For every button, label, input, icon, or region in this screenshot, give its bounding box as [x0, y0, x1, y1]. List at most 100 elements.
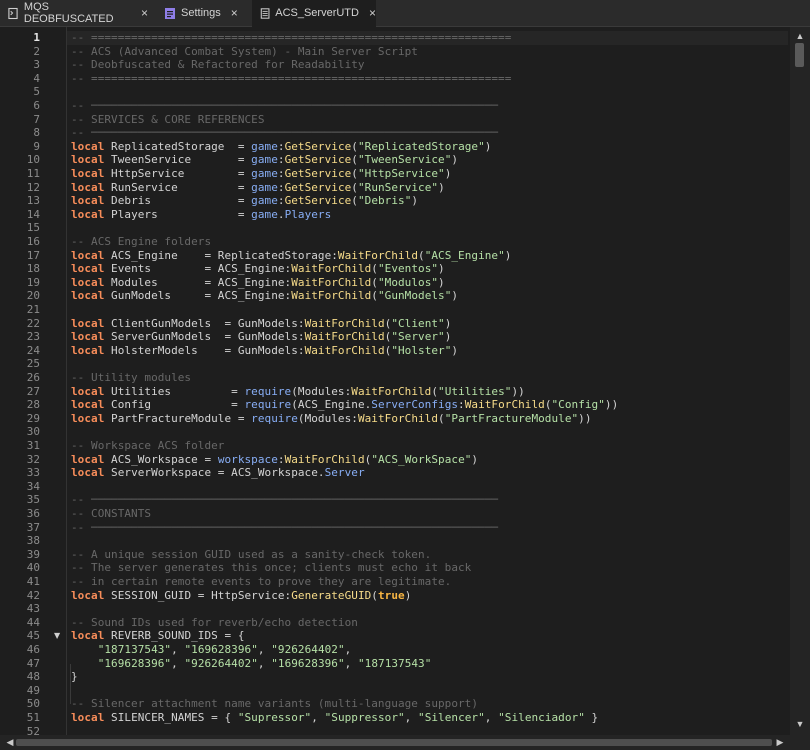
code-token: true	[377, 588, 405, 602]
code-token: local	[71, 248, 105, 262]
tab-acs-serverutd[interactable]: ACS_ServerUTD	[252, 0, 376, 27]
line-number: 9	[33, 139, 40, 153]
code-token: :	[277, 139, 285, 153]
code-token: )	[438, 275, 445, 289]
code-line: -- ACS (Advanced Combat System) - Main S…	[71, 45, 418, 59]
code-token: local	[71, 316, 105, 330]
code-token: -- Silencer attachment name variants (mu…	[71, 697, 479, 711]
line-number: 46	[26, 643, 40, 656]
code-token: WaitForChild	[304, 330, 385, 344]
code-token: )	[444, 167, 452, 180]
fold-toggle-icon[interactable]	[54, 631, 60, 640]
code-line: -- Utility modules	[71, 371, 191, 385]
code-token: (	[351, 180, 358, 194]
code-token: )	[471, 452, 479, 466]
code-token: local	[71, 194, 105, 208]
scroll-down-icon[interactable]	[794, 719, 806, 731]
vertical-scroll-thumb[interactable]	[795, 43, 804, 67]
code-token: local	[71, 330, 105, 344]
code-editor[interactable]: 1 2 3 4 5 6 7 8 9 10 11 12 13 14 15 16 17 18 19 20 21 22 23 24 2…	[0, 27, 810, 750]
line-number: 19	[26, 275, 40, 289]
scroll-right-icon[interactable]	[774, 737, 786, 749]
scroll-left-icon[interactable]	[4, 737, 16, 749]
line-number: 8	[33, 126, 40, 140]
line-number: 27	[26, 384, 40, 398]
code-token: Utilities =	[104, 384, 245, 398]
code-token: local	[71, 275, 105, 289]
code-token: (	[351, 139, 358, 153]
code-token: "Utilities"	[438, 384, 512, 398]
code-token: GetService	[284, 153, 352, 167]
code-token: Events = ACS_Engine:	[104, 262, 292, 276]
tab-bar: MQS DEOBFUSCATED Settings ACS_ServerUTD	[0, 0, 810, 27]
line-number: 3	[33, 58, 40, 72]
code-token: GetService	[284, 180, 352, 194]
close-icon[interactable]	[369, 6, 376, 20]
settings-doc-icon	[165, 7, 175, 19]
code-area[interactable]: -- =====================================…	[66, 27, 788, 735]
code-token: ,	[171, 656, 185, 670]
code-line: -- Workspace ACS folder	[71, 439, 224, 453]
code-token: )	[444, 316, 452, 330]
line-number: 16	[26, 235, 40, 248]
vertical-scrollbar[interactable]	[790, 27, 810, 735]
code-token: GetService	[284, 139, 352, 153]
code-token: game	[251, 153, 278, 167]
code-token: local	[71, 629, 105, 643]
line-number: 12	[26, 180, 40, 194]
code-line: local ClientGunModels = GunModels:WaitFo…	[71, 317, 451, 331]
code-token: "Suppressor"	[324, 711, 405, 724]
code-token: ,	[257, 656, 272, 670]
code-line: local Players = game.Players	[71, 208, 331, 222]
code-line: local RunService = game:GetService("RunS…	[71, 181, 445, 195]
line-number: 22	[26, 316, 40, 330]
horizontal-scrollbar[interactable]	[0, 735, 790, 750]
horizontal-scroll-thumb[interactable]	[16, 739, 772, 746]
code-line: local ServerGunModels = GunModels:WaitFo…	[71, 330, 451, 344]
code-token: local	[71, 452, 105, 466]
code-token: "GunModels"	[377, 289, 452, 303]
code-token: (	[544, 398, 552, 412]
code-token: ACS_Workspace =	[104, 452, 218, 466]
code-token: .	[277, 207, 285, 221]
line-number: 5	[33, 85, 40, 99]
code-token: ))	[604, 398, 619, 412]
code-token: ClientGunModels = GunModels:	[104, 316, 305, 330]
code-token: ,	[344, 643, 352, 656]
code-token: WaitForChild	[291, 289, 372, 303]
code-token: game	[251, 139, 278, 153]
line-number: 42	[26, 588, 40, 602]
line-number: 30	[26, 425, 40, 439]
code-token: local	[71, 411, 105, 425]
line-number: 20	[26, 289, 40, 303]
code-token: REVERB_SOUND_IDS = {	[104, 629, 245, 643]
line-number: 37	[26, 520, 40, 534]
code-token: :	[277, 167, 285, 180]
code-token: game	[251, 180, 278, 194]
scroll-up-icon[interactable]	[794, 31, 806, 43]
line-number: 39	[26, 547, 40, 561]
line-number: 32	[26, 452, 40, 466]
code-token: -- ─────────────────────────────────────…	[71, 493, 499, 507]
code-token: (Modules:	[291, 384, 352, 398]
code-token: "926264402"	[184, 656, 258, 670]
tab-mqs-deobfuscated[interactable]: MQS DEOBFUSCATED	[0, 0, 148, 26]
code-token: }	[71, 670, 78, 684]
code-token: ,	[344, 656, 358, 670]
code-token: ))	[578, 411, 592, 425]
code-token: -- SERVICES & CORE REFERENCES	[71, 112, 265, 126]
line-number: 44	[26, 615, 40, 629]
fold-guide	[70, 664, 71, 704]
code-token: )	[451, 343, 459, 357]
code-token: "Config"	[551, 398, 605, 412]
code-token: "169628396"	[97, 656, 172, 670]
script-editor-window: MQS DEOBFUSCATED Settings ACS_ServerUTD	[0, 0, 810, 750]
code-line: local SILENCER_NAMES = { "Supressor", "S…	[71, 711, 598, 725]
code-line: local HttpService = game:GetService("Htt…	[71, 167, 451, 181]
code-line: -- ─────────────────────────────────────…	[71, 126, 498, 140]
tab-settings[interactable]: Settings	[156, 0, 248, 26]
code-token: ,	[404, 711, 419, 724]
close-icon[interactable]	[231, 6, 238, 20]
close-icon[interactable]	[141, 6, 148, 20]
code-line: local ReplicatedStorage = game:GetServic…	[71, 140, 491, 154]
